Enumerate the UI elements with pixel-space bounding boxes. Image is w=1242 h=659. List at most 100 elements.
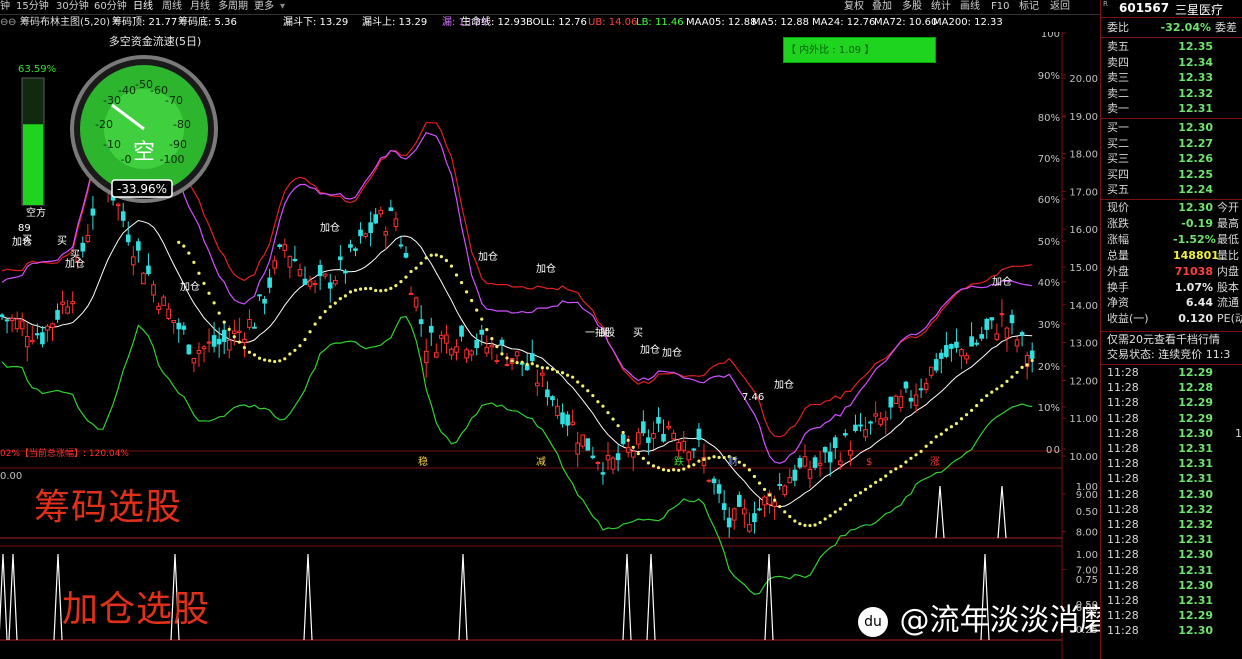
f10-button[interactable]: F10 bbox=[991, 0, 1009, 14]
gauge-tick-label: -100 bbox=[160, 153, 185, 166]
quote-row[interactable]: 涨跌 -0.19 最高 bbox=[1107, 217, 1242, 231]
tab-multi-period[interactable]: 多周期 bbox=[218, 0, 248, 14]
settings-icon[interactable]: ⊖ bbox=[8, 15, 16, 31]
quote-row[interactable]: 买三 12.26 bbox=[1107, 152, 1242, 166]
quote-row[interactable]: 卖五 12.35 bbox=[1107, 40, 1242, 54]
price-axis-label: 16.00 bbox=[1069, 225, 1098, 236]
quote-row[interactable]: 涨幅 -1.52% 最低 bbox=[1107, 233, 1242, 247]
statistics-button[interactable]: 统计 bbox=[931, 0, 951, 14]
lifeline-dot bbox=[712, 455, 716, 459]
tab-weekly[interactable]: 周线 bbox=[162, 0, 182, 14]
add-signal-spike bbox=[0, 553, 8, 641]
overlay-button[interactable]: 叠加 bbox=[872, 0, 892, 14]
candle-body bbox=[120, 211, 126, 221]
lifeline-dot bbox=[747, 468, 752, 472]
quote-row[interactable]: 卖四 12.34 bbox=[1107, 56, 1242, 70]
candle-body bbox=[383, 231, 389, 236]
lifeline-dot bbox=[293, 348, 297, 352]
lifeline-dot bbox=[303, 337, 307, 342]
chart-annotation: 加仓 bbox=[662, 346, 682, 359]
quote-row[interactable]: 卖二 12.32 bbox=[1107, 87, 1242, 101]
quote-row[interactable]: 买四 12.25 bbox=[1107, 168, 1242, 182]
candle-body bbox=[817, 462, 823, 466]
lifeline-dot bbox=[485, 327, 489, 332]
lifeline-dot bbox=[884, 474, 888, 478]
candle-body bbox=[923, 383, 929, 390]
multi-stock-button[interactable]: 多股 bbox=[902, 0, 922, 14]
lifeline-dot bbox=[242, 346, 246, 350]
candle-body bbox=[858, 424, 863, 427]
price-axis-label: 19.00 bbox=[1069, 112, 1098, 123]
tab-minute[interactable]: 钟 bbox=[0, 0, 10, 14]
quote-row[interactable]: 买一 12.30 bbox=[1107, 121, 1242, 135]
tick-row: 11:28 12.28 bbox=[1107, 381, 1242, 395]
tick-row: 11:28 12.31 bbox=[1107, 594, 1242, 608]
tab-30min[interactable]: 30分钟 bbox=[56, 0, 89, 14]
candle-body bbox=[959, 349, 964, 357]
chart-annotation: 加仓 bbox=[478, 250, 498, 263]
lifeline-dot bbox=[470, 298, 474, 303]
back-button[interactable]: 返回 bbox=[1050, 0, 1070, 14]
candle-body bbox=[181, 325, 187, 330]
price-axis-label: 15.00 bbox=[1069, 263, 1098, 274]
price-axis-label: 10.00 bbox=[1069, 452, 1098, 463]
lifeline-dot bbox=[535, 364, 539, 368]
quote-row[interactable]: 总量 148801 量比 bbox=[1107, 249, 1242, 263]
tab-15min[interactable]: 15分钟 bbox=[16, 0, 49, 14]
candle-body bbox=[610, 457, 616, 470]
quote-row[interactable]: 收益(一) 0.120 PE(动) bbox=[1107, 312, 1242, 326]
lifeline-dot bbox=[449, 264, 454, 268]
quote-panel: R 601567 三星医疗 委比 -32.04% 委差 卖五 12.35 卖四 12.… bbox=[1100, 0, 1242, 659]
add-signal-spike bbox=[303, 553, 313, 641]
quote-row-label: 现价 bbox=[1107, 201, 1129, 214]
candle-body bbox=[459, 325, 464, 337]
chevron-down-icon[interactable]: ▾ bbox=[280, 0, 285, 14]
kline-chart[interactable]: 100 90% 80% 70% 60% 50% 40% 30% 20% 10% 0 20.00 19.0… bbox=[0, 32, 1100, 659]
indicator-value: 生命线: 12.93 bbox=[461, 17, 527, 28]
candle-body bbox=[747, 524, 752, 532]
restore-rights-button[interactable]: 复权 bbox=[844, 0, 864, 14]
quote-row-value: 6.44 bbox=[1185, 296, 1213, 310]
candle-body bbox=[19, 320, 25, 330]
candle-body bbox=[378, 209, 384, 215]
lifeline-dot bbox=[762, 487, 767, 492]
candle-body bbox=[878, 418, 884, 425]
mark-button[interactable]: 标记 bbox=[1019, 0, 1039, 14]
draw-line-button[interactable]: 画线 bbox=[960, 0, 980, 14]
candle-body bbox=[413, 297, 419, 308]
tab-monthly[interactable]: 月线 bbox=[190, 0, 210, 14]
tick-time: 11:28 bbox=[1107, 396, 1139, 410]
tick-time: 11:28 bbox=[1107, 442, 1139, 455]
level2-notice[interactable]: 仅需20元查看千档行情 bbox=[1107, 333, 1220, 347]
lifeline-dot bbox=[783, 510, 787, 514]
quote-row-right-label: 股本 bbox=[1217, 280, 1239, 294]
chart-annotation: 买 bbox=[70, 249, 80, 261]
lifeline-dot bbox=[207, 291, 211, 295]
price-axis-label: 13.00 bbox=[1069, 339, 1098, 350]
quote-row[interactable]: 卖一 12.31 bbox=[1107, 102, 1242, 116]
lifeline-dot bbox=[197, 271, 201, 275]
indicator-name[interactable]: 筹码布林主图(5,20) bbox=[20, 15, 110, 31]
tab-60min[interactable]: 60分钟 bbox=[94, 0, 127, 14]
price-axis-label: 8.00 bbox=[1076, 528, 1098, 539]
tick-time: 11:28 bbox=[1107, 381, 1139, 395]
tab-daily[interactable]: 日线 bbox=[133, 0, 153, 14]
candle-body bbox=[944, 345, 949, 357]
quote-row-value: -1.52% bbox=[1173, 232, 1216, 246]
quote-row-value: 12.25 bbox=[1178, 167, 1213, 181]
candle-body bbox=[333, 279, 338, 285]
lifeline-dot bbox=[722, 455, 726, 460]
tick-time: 11:28 bbox=[1107, 457, 1139, 471]
lifeline-dot bbox=[465, 290, 469, 294]
quote-row[interactable]: 现价 12.30 今开 bbox=[1107, 201, 1242, 215]
quote-row[interactable]: 外盘 71038 内盘 bbox=[1107, 265, 1242, 279]
lifeline-dot bbox=[348, 290, 353, 294]
quote-row[interactable]: 买五 12.24 bbox=[1107, 183, 1242, 197]
lifeline-dot bbox=[980, 398, 984, 402]
tab-more[interactable]: 更多 bbox=[254, 0, 274, 14]
quote-row[interactable]: 换手 1.07% 股本 bbox=[1107, 281, 1242, 295]
quote-row[interactable]: 卖三 12.33 bbox=[1107, 71, 1242, 85]
quote-row[interactable]: 净资 6.44 流通 bbox=[1107, 296, 1242, 310]
quote-row[interactable]: 买二 12.27 bbox=[1107, 137, 1242, 151]
tick-row: 11:28 12.30 bbox=[1107, 624, 1242, 638]
